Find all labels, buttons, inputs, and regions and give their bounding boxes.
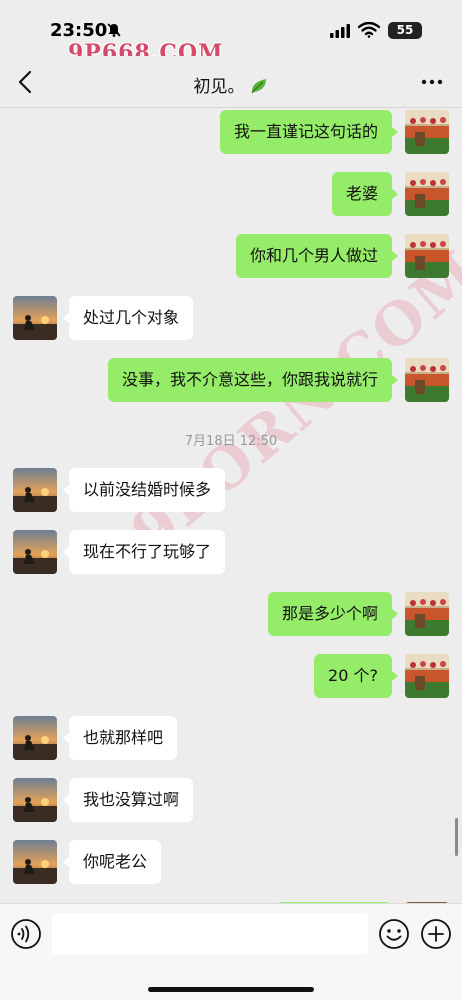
more-options-icon[interactable] xyxy=(418,70,446,94)
chat-title: 初见。 xyxy=(0,72,462,97)
chat-title-text: 初见。 xyxy=(193,77,245,97)
message-bubble[interactable]: 20 个? xyxy=(314,654,398,698)
status-bar: 23:50 9P668.COM 55 xyxy=(0,0,462,66)
contact-avatar[interactable] xyxy=(13,840,57,884)
scrollbar[interactable] xyxy=(455,818,458,856)
message-bubble[interactable]: 那是多少个啊 xyxy=(267,592,399,636)
my-avatar[interactable] xyxy=(405,110,449,154)
outgoing-message-row: 没事，我不介意这些，你跟我说就行 xyxy=(0,358,462,404)
outgoing-message-row: 老婆 xyxy=(0,172,462,218)
wifi-icon xyxy=(358,22,380,38)
leaf-icon xyxy=(251,79,266,94)
incoming-message-row: 我也没算过啊 xyxy=(0,778,462,824)
outgoing-message-row: 你和几个男人做过 xyxy=(0,234,462,280)
contact-avatar[interactable] xyxy=(13,716,57,760)
message-bubble[interactable]: 你呢老公 xyxy=(62,840,162,884)
my-avatar[interactable] xyxy=(405,234,449,278)
incoming-message-row: 你呢老公 xyxy=(0,840,462,886)
incoming-message-row: 现在不行了玩够了 xyxy=(0,530,462,576)
incoming-message-row: 处过几个对象 xyxy=(0,296,462,342)
message-bubble[interactable]: 以前没结婚时候多 xyxy=(62,468,226,512)
cellular-signal-icon xyxy=(330,24,350,38)
emoji-icon[interactable] xyxy=(378,918,410,950)
message-bubble[interactable]: 也就那样吧 xyxy=(62,716,178,760)
my-avatar[interactable] xyxy=(405,358,449,402)
contact-avatar[interactable] xyxy=(13,530,57,574)
bell-muted-icon xyxy=(107,23,121,37)
my-avatar[interactable] xyxy=(405,172,449,216)
message-list[interactable]: 9PORN.COM 我一直谨记这句话的 老婆 你和几个男人做过 处过几个对象 没事，我不… xyxy=(0,108,462,914)
message-bubble[interactable]: 现在不行了玩够了 xyxy=(62,530,226,574)
voice-input-icon[interactable] xyxy=(10,918,42,950)
outgoing-message-row: 我一直谨记这句话的 xyxy=(0,110,462,156)
incoming-message-row: 以前没结婚时候多 xyxy=(0,468,462,514)
my-avatar[interactable] xyxy=(405,654,449,698)
message-bubble[interactable]: 没事，我不介意这些，你跟我说就行 xyxy=(107,358,399,402)
my-avatar[interactable] xyxy=(405,592,449,636)
message-bubble[interactable]: 处过几个对象 xyxy=(62,296,194,340)
chat-header: 初见。 xyxy=(0,56,462,108)
message-bubble[interactable]: 老婆 xyxy=(331,172,399,216)
contact-avatar[interactable] xyxy=(13,296,57,340)
outgoing-message-row: 那是多少个啊 xyxy=(0,592,462,638)
home-indicator xyxy=(148,987,314,992)
message-timestamp: 7月18日 12:50 xyxy=(184,434,278,449)
contact-avatar[interactable] xyxy=(13,778,57,822)
message-bubble[interactable]: 我也没算过啊 xyxy=(62,778,194,822)
incoming-message-row: 也就那样吧 xyxy=(0,716,462,762)
battery-indicator: 55 xyxy=(388,22,422,39)
outgoing-message-row: 20 个? xyxy=(0,654,462,700)
input-bar xyxy=(0,903,462,1000)
message-bubble[interactable]: 你和几个男人做过 xyxy=(235,234,399,278)
message-input[interactable] xyxy=(52,913,368,955)
contact-avatar[interactable] xyxy=(13,468,57,512)
status-time: 23:50 xyxy=(50,20,108,41)
plus-icon[interactable] xyxy=(420,918,452,950)
message-bubble[interactable]: 我一直谨记这句话的 xyxy=(219,110,399,154)
